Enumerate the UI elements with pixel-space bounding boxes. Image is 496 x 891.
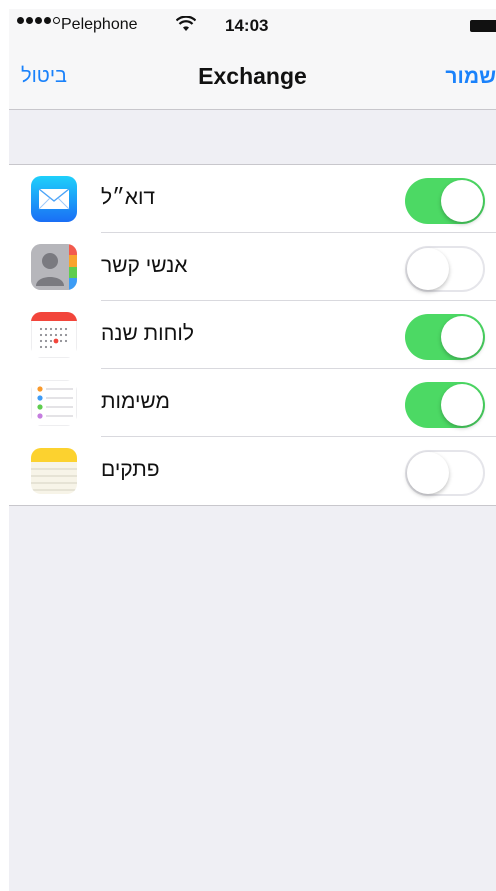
calendar-icon [31, 312, 77, 358]
contacts-toggle[interactable] [405, 246, 485, 292]
navigation-bar: ביטול Exchange שמור [9, 43, 496, 110]
list-item-reminders: משימות [9, 369, 496, 437]
item-label: אנשי קשר [101, 254, 188, 277]
clock: 14:03 [225, 16, 269, 35]
wifi-icon [175, 15, 197, 37]
signal-strength-icon [17, 17, 62, 24]
notes-icon [31, 448, 77, 494]
status-bar: Pelephone 14:03 [9, 9, 496, 43]
screen: Pelephone 14:03 ביטול Exchange שמור דוא״… [9, 9, 496, 891]
item-label: פתקים [101, 458, 160, 481]
sync-options-list: דוא״ל אנשי קשר לוחות שנה משימות פתקים [9, 164, 496, 506]
page-title: Exchange [198, 63, 307, 89]
notes-toggle[interactable] [405, 450, 485, 496]
mail-icon [31, 176, 77, 222]
list-item-calendars: לוחות שנה [9, 301, 496, 369]
contacts-icon [31, 244, 77, 290]
mail-toggle[interactable] [405, 178, 485, 224]
item-label: משימות [101, 390, 170, 413]
item-label: דוא״ל [101, 186, 156, 209]
list-item-notes: פתקים [9, 437, 496, 505]
item-label: לוחות שנה [101, 322, 195, 345]
battery-icon [470, 20, 496, 32]
reminders-toggle[interactable] [405, 382, 485, 428]
calendars-toggle[interactable] [405, 314, 485, 360]
save-button[interactable]: שמור [445, 65, 496, 89]
reminders-icon [31, 380, 77, 426]
list-item-mail: דוא״ל [9, 165, 496, 233]
carrier-name: Pelephone [61, 16, 138, 33]
list-item-contacts: אנשי קשר [9, 233, 496, 301]
